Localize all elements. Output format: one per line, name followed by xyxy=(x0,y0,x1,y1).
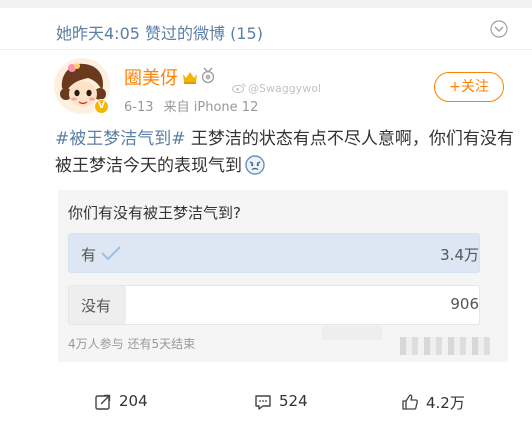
vip-badge: V xyxy=(94,99,109,114)
angry-face-icon xyxy=(245,155,265,175)
poll-option-yes-count: 3.4万 xyxy=(440,246,479,264)
blurred-area xyxy=(400,337,490,355)
post-meta: 6-13 来自 iPhone 12 xyxy=(124,96,258,115)
post-body: #被王梦洁气到# 王梦洁的状态有点不尽人意啊，你们有没有被王梦洁今天的表现气到 xyxy=(55,126,515,180)
poll-meta: 4万人参与 还有5天结束 xyxy=(68,337,196,351)
comment-icon xyxy=(255,395,271,410)
crown-icon xyxy=(183,72,197,84)
watermark-text: @Swaggywol xyxy=(248,82,321,95)
comment-count: 524 xyxy=(279,392,308,410)
poll-option-yes-fill xyxy=(69,234,479,272)
repost-count: 204 xyxy=(119,392,148,410)
liked-header-text: 她昨天4:05 赞过的微博 (15) xyxy=(56,24,263,43)
share-icon xyxy=(95,394,111,410)
poll-option-no-count: 906 xyxy=(450,295,479,313)
poll-option-no-label: 没有 xyxy=(81,297,112,315)
follow-button[interactable]: +关注 xyxy=(434,72,504,102)
check-icon xyxy=(101,246,121,261)
liked-header-bar[interactable]: 她昨天4:05 赞过的微博 (15) xyxy=(0,8,532,50)
repost-button[interactable]: 204 xyxy=(94,392,174,412)
medal-icon xyxy=(201,67,215,84)
blurred-area xyxy=(322,326,382,340)
poll-question: 你们有没有被王梦洁气到? xyxy=(68,204,241,222)
edge-fade xyxy=(470,384,532,424)
topic-link[interactable]: #被王梦洁气到# xyxy=(55,129,186,149)
poll-option-no[interactable]: 没有 906 xyxy=(68,285,480,325)
poll-option-yes-label: 有 xyxy=(81,246,97,264)
chevron-down-icon[interactable] xyxy=(490,20,508,38)
comment-button[interactable]: 524 xyxy=(254,392,334,412)
like-count: 4.2万 xyxy=(426,394,465,412)
thumbs-up-icon xyxy=(402,394,418,410)
action-bar: 204 524 4.2万 xyxy=(0,384,532,420)
watermark: @Swaggywol xyxy=(232,82,321,95)
post-source: 来自 iPhone 12 xyxy=(163,100,259,115)
post-date: 6-13 xyxy=(124,100,154,115)
poll-option-yes[interactable]: 有 3.4万 xyxy=(68,233,480,273)
top-separator xyxy=(0,0,532,8)
author-name[interactable]: 圈美伢 xyxy=(124,64,178,90)
weibo-watermark-icon xyxy=(232,83,246,93)
